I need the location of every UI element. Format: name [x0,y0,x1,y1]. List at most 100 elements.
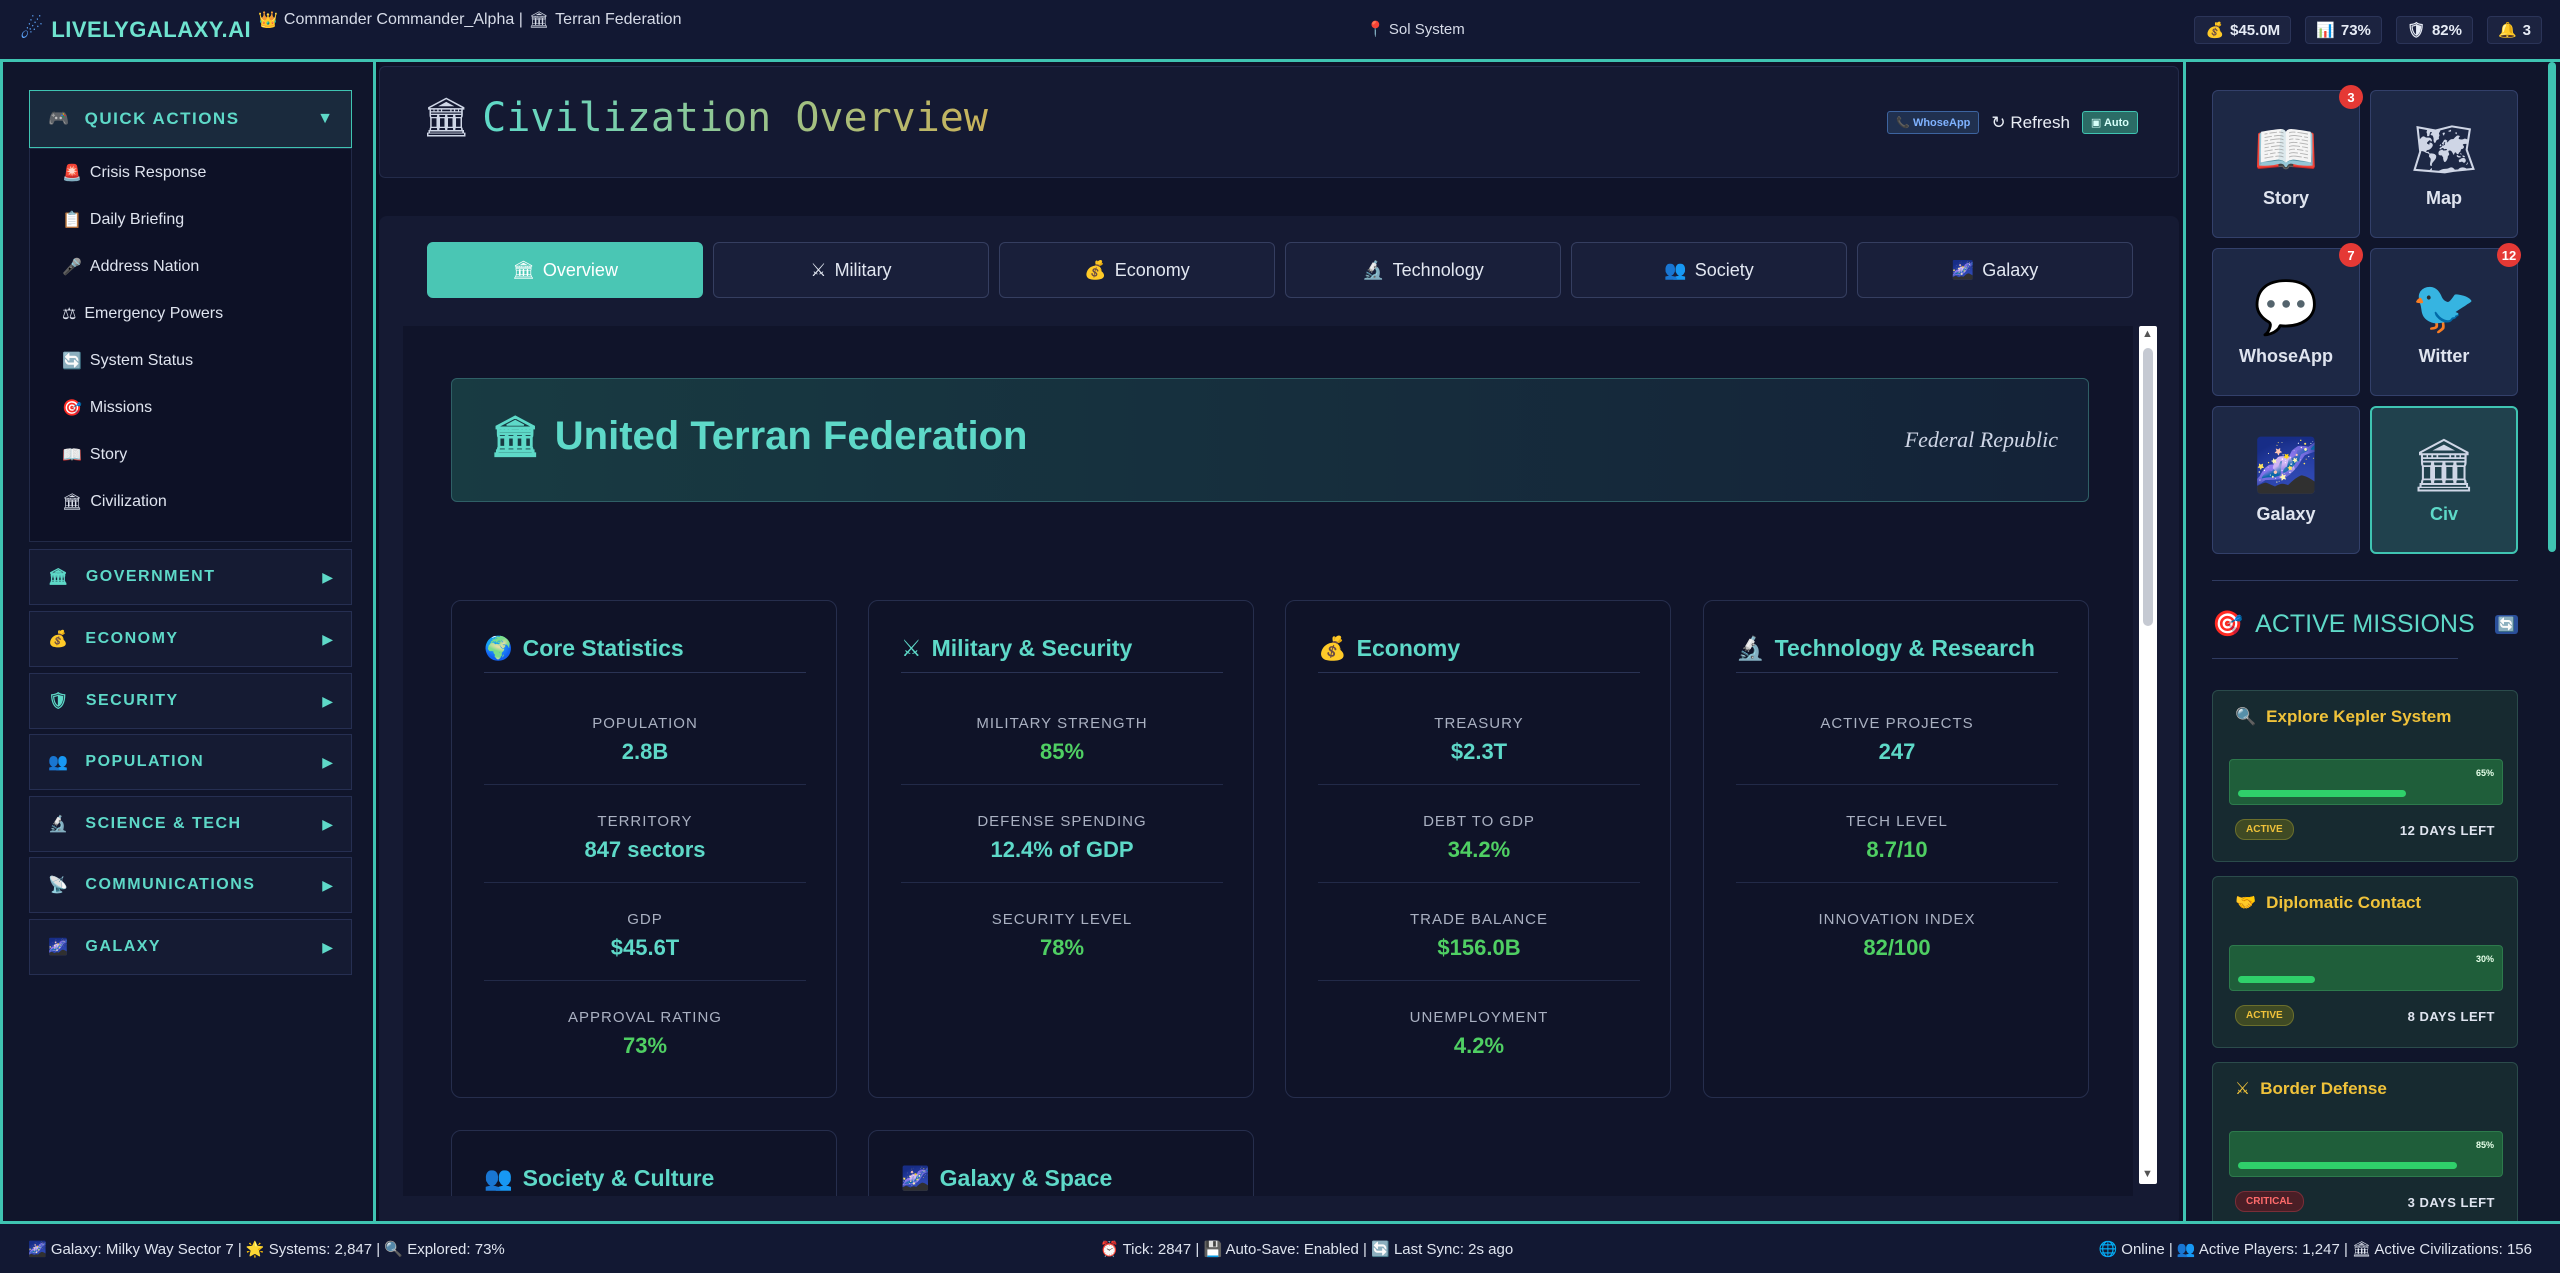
stat-label: UNEMPLOYMENT [1409,1009,1549,1026]
progress-percent: 65% [2475,768,2494,778]
sidebar-item-civilization[interactable]: 🏛 Civilization [30,478,351,525]
app-story[interactable]: 📖 Story 3 [2212,85,2363,238]
sidebar-item-daily-briefing[interactable]: 📋 Daily Briefing [30,196,351,243]
mission-card[interactable]: ⚔ Border Defense 85% CRITICAL 3 DAYS LEFT [2212,1062,2518,1234]
section-galaxy[interactable]: 🌌 GALAXY ▶ [29,919,352,975]
section-population[interactable]: 👥 POPULATION ▶ [29,734,352,790]
auto-refresh-toggle[interactable]: ▣ Auto [2081,111,2138,134]
tab-military[interactable]: ⚔ Military [713,242,989,298]
stat-value: 3 [2522,21,2531,39]
mission-card[interactable]: 🔍 Explore Kepler System 65% ACTIVE 12 DAY… [2212,690,2518,862]
divider [2212,580,2518,581]
section-label: POPULATION [85,753,205,770]
book-icon: 📖 [2253,120,2319,179]
chevron-right-icon: ▶ [322,568,333,585]
sidebar-item-label: Civilization [90,492,167,510]
mission-title: Border Defense [2260,1079,2387,1098]
scroll-down-icon[interactable]: ▼ [2142,1168,2153,1180]
whoseapp-button[interactable]: 📞 WhoseApp [1887,111,1980,134]
page-title: 🏛 Civilization Overview [422,95,988,141]
chevron-right-icon: ▶ [322,876,333,893]
app-map[interactable]: 🗺 Map [2370,90,2518,238]
mission-title: Diplomatic Contact [2266,893,2422,912]
shield-icon: 🛡 [2406,22,2426,39]
tab-technology[interactable]: 🔬 Technology [1285,242,1561,298]
app-label: WhoseApp [2239,345,2333,366]
sidebar-item-missions[interactable]: 🎯 Missions [30,384,351,431]
top-bar: ☄ LIVELYGALAXY.AI 👑 Commander Commander_… [0,0,2560,62]
section-label: SECURITY [85,692,179,709]
tab-overview[interactable]: 🏛 Overview [427,242,703,298]
globe-icon: 🌍 [484,635,513,661]
people-icon: 👥 [48,754,70,771]
tab-label: Galaxy [1982,259,2039,280]
tab-society[interactable]: 👥 Society [1571,242,1847,298]
sidebar-scrollbar[interactable] [2548,62,2556,552]
sync-icon[interactable]: 🔄 [2494,615,2518,634]
progress-bar-fill [2238,790,2406,797]
stat-label: TRADE BALANCE [1409,911,1549,928]
stat-value: 247 [1878,739,1916,764]
section-science-tech[interactable]: 🔬 SCIENCE & TECH ▶ [29,796,352,852]
progress-bar-fill [2238,976,2315,983]
chevron-right-icon: ▶ [322,692,333,709]
notification-badge: 12 [2497,243,2521,267]
refresh-button[interactable]: ↻ Refresh [1991,113,2070,133]
stat-label: DEFENSE SPENDING [977,813,1147,830]
sidebar-item-label: System Status [89,351,194,369]
stat-label: TECH LEVEL [1846,813,1948,830]
section-economy[interactable]: 💰 ECONOMY ▶ [29,611,352,667]
left-sidebar: 🎮 QUICK ACTIONS ▼ 🚨 Crisis Response 📋 Daily… [0,62,376,1221]
quick-actions-header[interactable]: 🎮 QUICK ACTIONS ▼ [29,90,352,148]
app-label: Civ [2429,503,2458,524]
section-government[interactable]: 🏛 GOVERNMENT ▶ [29,549,352,605]
app-label: Map [2426,187,2462,208]
app-logo[interactable]: ☄ LIVELYGALAXY.AI [20,14,251,45]
content-scrollbar[interactable]: ▲ ▼ [2139,326,2157,1184]
sidebar-item-emergency-powers[interactable]: ⚖ Emergency Powers [30,290,351,337]
app-witter[interactable]: 🐦 Witter 12 [2370,243,2521,396]
time-left: 8 DAYS LEFT [2407,1009,2495,1024]
stat-security[interactable]: 🛡 82% [2395,16,2473,44]
sidebar-item-label: Story [89,445,128,463]
temple-icon: 🏛 [422,97,471,139]
stat-credits[interactable]: 💰 $45.0M [2194,16,2292,44]
stat-approval[interactable]: 📊 73% [2305,16,2382,44]
tab-label: Society [1694,259,1754,280]
mission-card[interactable]: 🤝 Diplomatic Contact 30% ACTIVE 8 DAYS LE… [2212,876,2518,1048]
sidebar-item-address-nation[interactable]: 🎤 Address Nation [30,243,351,290]
tab-galaxy[interactable]: 🌌 Galaxy [1857,242,2133,298]
app-galaxy[interactable]: 🌌 Galaxy [2212,406,2360,554]
sidebar-item-story[interactable]: 📖 Story [30,431,351,478]
page-header: 🏛 Civilization Overview 📞 WhoseApp ↻ Ref… [379,66,2179,178]
tab-economy[interactable]: 💰 Economy [999,242,1275,298]
stat-value: 82/100 [1863,935,1931,960]
stat-label: GDP [627,911,663,928]
bird-icon: 🐦 [2411,278,2477,337]
gamepad-icon: 🎮 [48,109,71,128]
section-communications[interactable]: 📡 COMMUNICATIONS ▶ [29,857,352,913]
target-icon: 🎯 [2212,610,2244,638]
card-military-security: ⚔ Military & Security MILITARY STRENGTH 85… [868,600,1254,1098]
card-galaxy-space: 🌌 Galaxy & Space [868,1130,1254,1196]
app-whoseapp[interactable]: 💬 WhoseApp 7 [2212,243,2363,396]
stat-row: TERRITORY 847 sectors [484,785,806,883]
section-security[interactable]: 🛡 SECURITY ▶ [29,673,352,729]
refresh-icon: 🔄 [62,352,82,370]
card-title: Core Statistics [522,635,684,661]
stat-value: 4.2% [1453,1033,1505,1058]
sidebar-item-system-status[interactable]: 🔄 System Status [30,337,351,384]
sidebar-item-label: Emergency Powers [84,304,224,322]
app-launcher: 📖 Story 3 🗺 Map 💬 WhoseApp 7 🐦 Witter 12 🌌 Galax… [2212,85,2521,554]
time-left: 12 DAYS LEFT [2399,823,2495,838]
location-label: Sol System [1388,21,1465,38]
app-civ[interactable]: 🏛 Civ [2370,406,2518,554]
section-label: COMMUNICATIONS [85,876,256,893]
missions-header: 🎯 ACTIVE MISSIONS 🔄 [2212,610,2518,639]
scroll-up-icon[interactable]: ▲ [2142,328,2153,340]
sidebar-item-crisis-response[interactable]: 🚨 Crisis Response [30,149,351,196]
scrollbar-thumb[interactable] [2143,348,2153,626]
chevron-right-icon: ▶ [322,938,333,955]
speech-bubble-icon: 💬 [2253,278,2319,337]
stat-notifications[interactable]: 🔔 3 [2486,16,2542,44]
